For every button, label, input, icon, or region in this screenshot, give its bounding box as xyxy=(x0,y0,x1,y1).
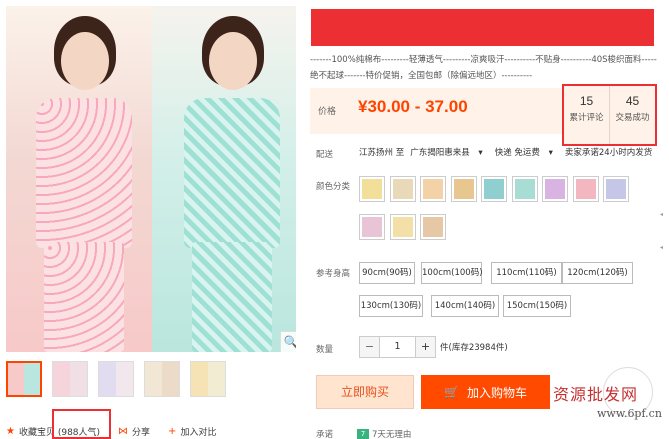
promise-label: 承诺 xyxy=(316,430,334,439)
size-option[interactable]: 110cm(110码) xyxy=(491,262,562,284)
quantity-label: 数量 xyxy=(316,345,334,355)
product-title-redacted xyxy=(311,9,654,46)
color-swatch[interactable] xyxy=(359,214,385,240)
side-arrow-icon: ◂ xyxy=(660,244,664,251)
thumbnail-5[interactable] xyxy=(190,361,226,397)
site-watermark: 资源批发网 www.6pf.cn xyxy=(553,367,665,427)
color-swatch[interactable] xyxy=(420,176,446,202)
chevron-down-icon: ▾ xyxy=(548,148,553,158)
size-option[interactable]: 130cm(130码) xyxy=(359,295,423,317)
share-icon: ⋈ xyxy=(118,425,129,437)
share-button[interactable]: ⋈ 分享 xyxy=(118,425,150,438)
gallery-actions: ★ 收藏宝贝 (988人气) ⋈ 分享 + 加入对比 xyxy=(6,424,306,438)
review-count-label: 累计评论 xyxy=(569,113,604,123)
sales-stats: 15 累计评论 45 交易成功 xyxy=(562,84,657,146)
size-option[interactable]: 100cm(100码) xyxy=(421,262,483,284)
color-swatch[interactable] xyxy=(359,176,385,202)
compare-label: 加入对比 xyxy=(180,427,217,438)
add-to-cart-label: 加入购物车 xyxy=(466,385,527,400)
chevron-down-icon: ▾ xyxy=(478,148,483,158)
watermark-text: 资源批发网 xyxy=(553,385,639,404)
price-value: ¥30.00 - 37.00 xyxy=(358,97,468,116)
zoom-icon[interactable]: 🔍 xyxy=(280,331,296,352)
seven-day-badge-icon: 7 xyxy=(357,428,370,439)
size-option[interactable]: 120cm(120码) xyxy=(562,262,633,284)
compare-button[interactable]: + 加入对比 xyxy=(168,425,216,438)
color-label: 颜色分类 xyxy=(316,182,351,192)
color-swatch[interactable] xyxy=(481,176,507,202)
sold-count-label: 交易成功 xyxy=(615,113,650,123)
main-product-image[interactable]: 🔍 xyxy=(6,6,296,352)
review-count[interactable]: 15 累计评论 xyxy=(564,86,609,144)
size-option[interactable]: 140cm(140码) xyxy=(431,295,499,317)
stock-info: 件(库存23984件) xyxy=(440,343,508,353)
size-option[interactable]: 90cm(90码) xyxy=(359,262,415,284)
sold-count: 45 交易成功 xyxy=(609,86,655,144)
color-swatch[interactable] xyxy=(450,176,477,202)
plus-icon: + xyxy=(168,425,177,437)
size-option[interactable]: 150cm(150码) xyxy=(503,295,571,317)
promise-text[interactable]: 7天无理由 xyxy=(372,428,411,439)
review-count-number: 15 xyxy=(579,94,594,108)
add-to-cart-button[interactable]: 🛒 加入购物车 xyxy=(421,375,550,409)
thumbnail-1[interactable] xyxy=(6,361,42,397)
color-swatch[interactable] xyxy=(511,176,538,202)
thumbnail-strip xyxy=(6,361,296,397)
thumbnail-2[interactable] xyxy=(52,361,88,397)
model-girl-pink xyxy=(28,12,138,352)
sold-count-number: 45 xyxy=(625,94,640,108)
highlight-box xyxy=(52,409,111,439)
quantity-stepper: − 1 + xyxy=(359,336,436,358)
share-label: 分享 xyxy=(132,427,151,438)
ship-method-select[interactable]: 快递 免运费 ▾ xyxy=(495,146,559,158)
size-label: 参考身高 xyxy=(316,269,351,279)
shipping-label: 配送 xyxy=(316,150,334,160)
thumbnail-3[interactable] xyxy=(98,361,134,397)
thumbnail-4[interactable] xyxy=(144,361,180,397)
product-subtitle: -------100%纯棉布---------轻薄透气---------凉爽吸汗… xyxy=(310,55,657,81)
cart-icon: 🛒 xyxy=(444,385,459,399)
star-icon: ★ xyxy=(6,425,15,437)
quantity-input[interactable]: 1 xyxy=(379,337,416,357)
buy-now-button[interactable]: 立即购买 xyxy=(316,375,414,409)
color-swatch[interactable] xyxy=(542,176,568,202)
color-swatch[interactable] xyxy=(389,214,416,240)
model-girl-mint xyxy=(176,12,286,352)
ship-to-select[interactable]: 广东揭阳惠来县 ▾ xyxy=(410,146,489,158)
shipping-info: 江苏扬州 至 广东揭阳惠来县 ▾ 快递 免运费 ▾ 卖家承诺24小时内发货 xyxy=(359,146,659,158)
quantity-plus-button[interactable]: + xyxy=(416,337,435,357)
color-swatch[interactable] xyxy=(572,176,599,202)
color-swatch[interactable] xyxy=(603,176,629,202)
color-swatch[interactable] xyxy=(389,176,416,202)
quantity-minus-button[interactable]: − xyxy=(360,337,379,357)
side-arrow-icon: ◂ xyxy=(660,211,664,218)
ship-promise: 卖家承诺24小时内发货 xyxy=(564,148,653,158)
price-label: 价格 xyxy=(318,107,337,117)
color-swatch[interactable] xyxy=(420,214,446,240)
watermark-url: www.6pf.cn xyxy=(597,407,662,420)
service-promise: 承诺 7 7天无理由 xyxy=(316,428,516,439)
ship-from: 江苏扬州 至 xyxy=(359,148,405,158)
